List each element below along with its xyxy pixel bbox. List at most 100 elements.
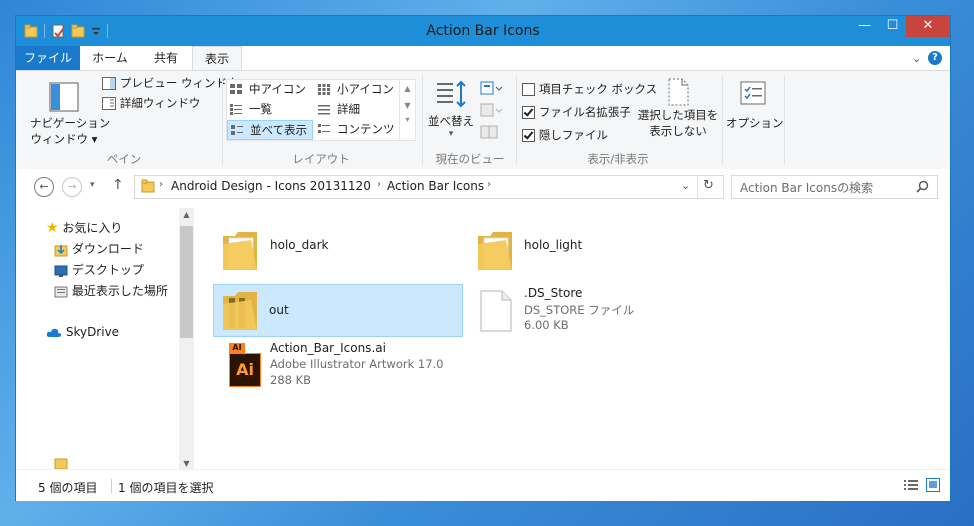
group-label-layout: レイアウト: [292, 152, 350, 166]
downloads-icon: [54, 244, 68, 256]
status-bar: 5 個の項目 1 個の項目を選択: [16, 469, 950, 501]
add-columns-button: [480, 103, 504, 120]
ribbon: ナビゲーション ウィンドウ ▾ プレビュー ウィンドウ 詳細ウィンドウ ペイン …: [16, 70, 950, 170]
tab-view[interactable]: 表示: [192, 46, 242, 71]
recent-locations-icon[interactable]: ▾: [90, 180, 95, 190]
item-check-boxes-checkbox[interactable]: [522, 83, 535, 96]
back-button[interactable]: ←: [34, 177, 54, 197]
file-item-selected[interactable]: out: [213, 284, 463, 337]
size-columns-icon: [480, 125, 498, 139]
list-icon: [230, 104, 242, 115]
window-title: Action Bar Icons: [426, 23, 540, 39]
sort-by-button[interactable]: 並べ替え ▾: [428, 79, 474, 139]
scroll-thumb[interactable]: [180, 226, 193, 338]
size-columns-button: [480, 125, 498, 142]
options-icon: [740, 81, 766, 105]
content-icon: [318, 124, 330, 133]
large-icons-view-icon[interactable]: [926, 478, 940, 492]
ribbon-separator: [784, 75, 785, 165]
hidden-items-toggle[interactable]: 隠しファイル: [522, 127, 608, 143]
cloud-icon: [46, 328, 62, 337]
layout-content[interactable]: コンテンツ: [315, 120, 395, 139]
address-row: ← → ▾ ↑ › Android Design - Icons 2013112…: [16, 169, 950, 203]
details-view-icon[interactable]: [904, 479, 918, 492]
breadcrumb-separator[interactable]: ›: [159, 179, 163, 190]
layout-tiles[interactable]: 並べて表示: [227, 120, 313, 140]
details-pane-button[interactable]: 詳細ウィンドウ: [102, 95, 200, 111]
tab-home[interactable]: ホーム: [80, 46, 140, 70]
preview-pane-button[interactable]: プレビュー ウィンドウ: [102, 75, 238, 91]
options-button[interactable]: オプション: [726, 77, 784, 131]
navigation-pane: ★ お気に入り ダウンロード デスクトップ 最近表示した場所 SkyDrive: [16, 203, 196, 470]
address-bar[interactable]: › Android Design - Icons 20131120 › Acti…: [134, 175, 724, 199]
navigation-pane-label: ナビゲーション: [30, 116, 111, 130]
file-extensions-toggle[interactable]: ファイル名拡張子: [522, 104, 631, 120]
help-icon[interactable]: ?: [928, 51, 942, 65]
navigation-pane-label-2: ウィンドウ ▾: [30, 132, 98, 146]
layout-gallery: 中アイコン 小アイコン 一覧 詳細 並べて表示 コンテンツ ▲ ▼ ▾: [226, 79, 416, 141]
navigation-pane-button[interactable]: ナビゲーション ウィンドウ ▾: [30, 77, 111, 147]
maximize-button[interactable]: ☐: [879, 16, 906, 37]
hide-selected-items-button[interactable]: 選択した項目を 表示しない: [636, 77, 720, 139]
group-label-show-hide: 表示/非表示: [587, 152, 649, 166]
layout-small-icons[interactable]: 小アイコン: [315, 80, 394, 99]
address-dropdown-icon[interactable]: ⌄: [681, 179, 690, 192]
hide-selected-icon: [668, 78, 689, 106]
search-icon[interactable]: [916, 180, 929, 193]
ribbon-tabs: ファイル ホーム 共有 表示 ⌄ ?: [16, 46, 950, 71]
tiles-icon: [231, 125, 243, 135]
nav-scrollbar[interactable]: ▲ ▼: [179, 208, 194, 470]
sort-by-label: 並べ替え: [428, 114, 474, 128]
small-icons-icon: [318, 84, 330, 95]
scroll-down-icon[interactable]: ▼: [179, 459, 194, 468]
status-divider: [111, 479, 112, 493]
group-by-icon: [480, 81, 503, 95]
breadcrumb-item[interactable]: Android Design - Icons 20131120: [171, 179, 371, 193]
layout-list[interactable]: 一覧: [227, 100, 272, 119]
layout-details[interactable]: 詳細: [315, 100, 360, 119]
sort-icon: [437, 80, 466, 108]
file-item[interactable]: holo_light: [470, 224, 720, 280]
scroll-up-icon[interactable]: ▲: [179, 210, 194, 219]
chevron-down-icon[interactable]: ⌄: [912, 52, 921, 65]
folder-icon: [478, 232, 512, 270]
desktop-icon: [54, 265, 68, 277]
file-extensions-checkbox[interactable]: [522, 106, 535, 119]
ribbon-separator: [422, 75, 423, 165]
title-bar: Action Bar Icons — ☐ ✕: [16, 16, 950, 46]
breadcrumb-item[interactable]: Action Bar Icons: [387, 179, 484, 193]
search-input[interactable]: Action Bar Iconsの検索: [740, 179, 873, 196]
breadcrumb-separator[interactable]: ›: [487, 179, 491, 190]
ribbon-separator: [222, 75, 223, 165]
chevron-down-icon: ▾: [448, 129, 454, 139]
file-item[interactable]: holo_dark: [215, 224, 465, 280]
main-pane: ★ お気に入り ダウンロード デスクトップ 最近表示した場所 SkyDrive: [16, 203, 950, 470]
nav-item-desktop[interactable]: デスクトップ: [54, 261, 144, 278]
forward-button[interactable]: →: [62, 177, 82, 197]
file-item[interactable]: AI Ai Action_Bar_Icons.ai Adobe Illustra…: [215, 339, 465, 395]
nav-item-recent-places[interactable]: 最近表示した場所: [54, 282, 168, 299]
layout-medium-icons[interactable]: 中アイコン: [227, 80, 306, 99]
layout-gallery-scroll[interactable]: ▲ ▼ ▾: [399, 80, 415, 140]
close-button[interactable]: ✕: [906, 16, 950, 37]
file-icon: [480, 290, 512, 332]
nav-item-skydrive[interactable]: SkyDrive: [46, 325, 119, 339]
medium-icons-icon: [230, 84, 242, 94]
tab-file[interactable]: ファイル: [16, 46, 80, 70]
nav-item-downloads[interactable]: ダウンロード: [54, 240, 144, 257]
group-label-current-view: 現在のビュー: [435, 152, 505, 166]
folder-icon: [141, 179, 155, 193]
minimize-button[interactable]: —: [850, 16, 879, 37]
search-box[interactable]: Action Bar Iconsの検索: [731, 175, 938, 199]
selected-count: 1 個の項目を選択: [118, 481, 214, 495]
file-item[interactable]: .DS_Store DS_STORE ファイル 6.00 KB: [470, 284, 720, 340]
hidden-items-checkbox[interactable]: [522, 129, 535, 142]
group-by-button[interactable]: [480, 81, 504, 98]
nav-item-favorites[interactable]: ★ お気に入り: [46, 219, 122, 236]
tab-share[interactable]: 共有: [140, 46, 192, 70]
breadcrumb-separator[interactable]: ›: [377, 179, 381, 190]
folder-icon: [223, 292, 257, 330]
up-arrow-icon[interactable]: ↑: [112, 177, 124, 193]
refresh-icon[interactable]: ↻: [703, 178, 714, 193]
ribbon-separator: [516, 75, 517, 165]
